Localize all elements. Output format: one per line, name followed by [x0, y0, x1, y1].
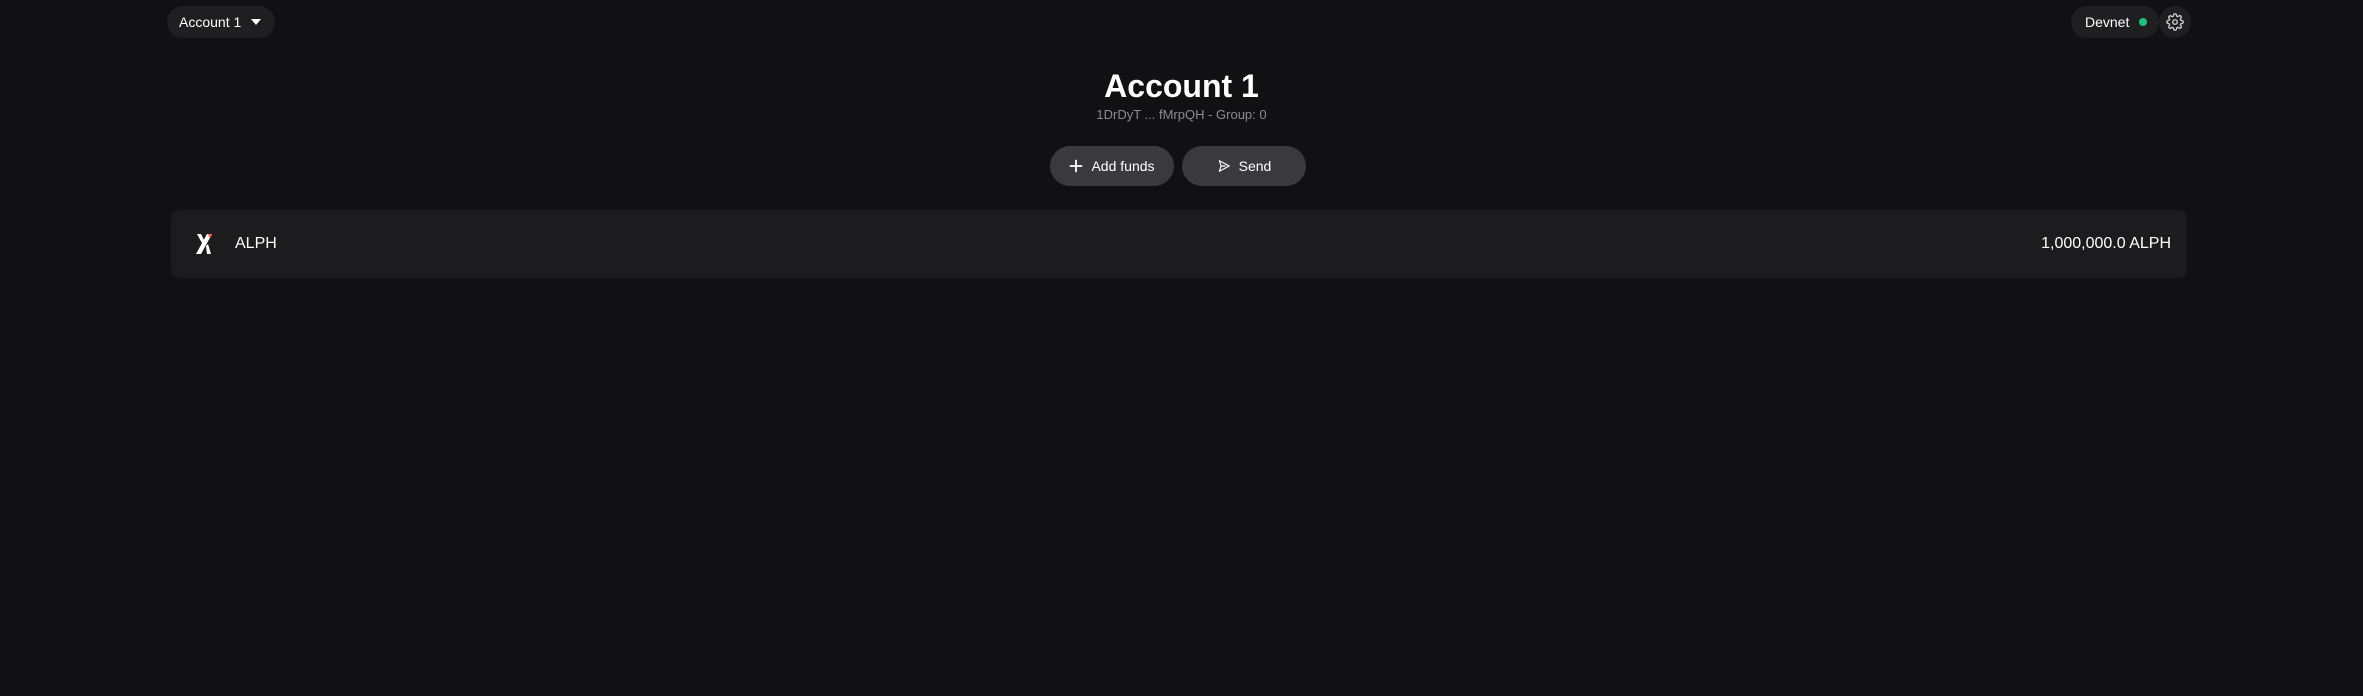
network-selector[interactable]: Devnet [2071, 6, 2160, 38]
add-funds-label: Add funds [1091, 158, 1155, 174]
settings-button[interactable] [2159, 6, 2191, 38]
send-button[interactable]: Send [1182, 146, 1306, 186]
account-selector-label: Account 1 [179, 14, 242, 30]
add-funds-button[interactable]: Add funds [1050, 146, 1174, 186]
alephium-logo-icon [193, 232, 215, 256]
send-label: Send [1238, 158, 1272, 174]
plus-icon [1070, 159, 1083, 173]
send-icon [1218, 160, 1230, 172]
token-symbol: ALPH [235, 235, 277, 252]
page-title: Account 1 [1104, 68, 1259, 104]
account-selector[interactable]: Account 1 [167, 6, 276, 38]
chevron-down-icon [251, 19, 262, 25]
action-buttons: Add funds Send [1050, 146, 1306, 186]
network-label: Devnet [2085, 14, 2130, 30]
token-balance: 1,000,000.0 ALPH [2041, 235, 2171, 252]
gear-icon [2166, 13, 2184, 31]
account-address-subtitle: 1DrDyT ... fMrpQH - Group: 0 [1096, 107, 1267, 122]
token-row-alph[interactable]: ALPH 1,000,000.0 ALPH [171, 210, 2187, 278]
network-status-dot [2139, 18, 2148, 26]
